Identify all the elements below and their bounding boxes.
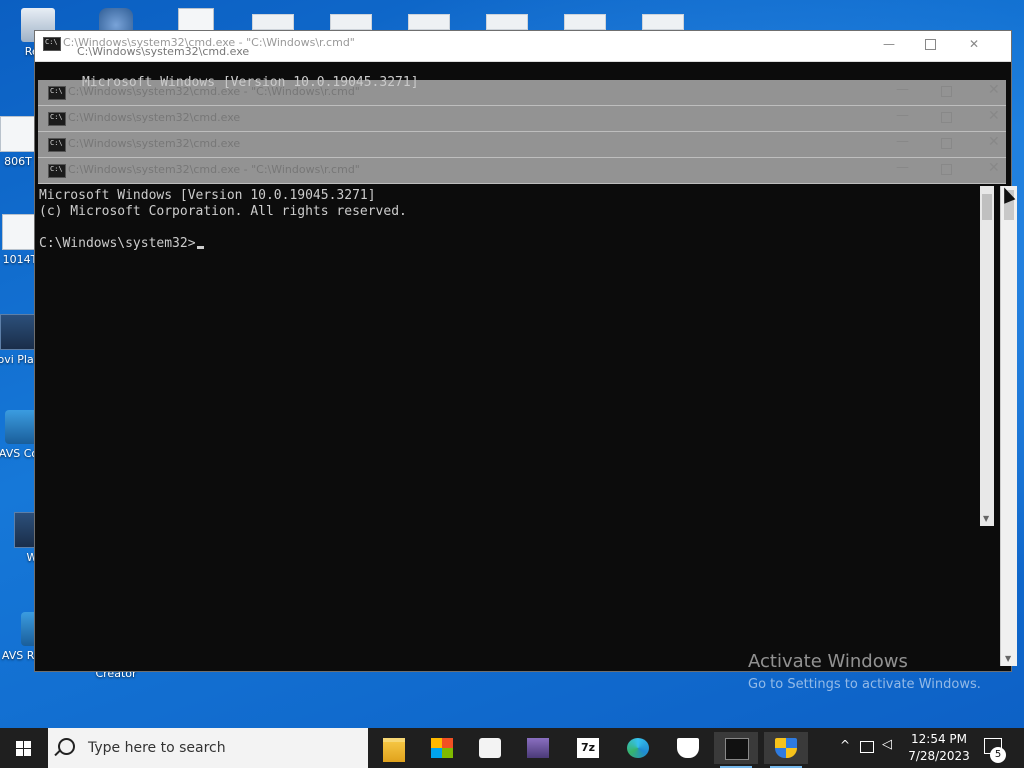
taskbar-uac-shield[interactable] — [764, 732, 808, 768]
console-line: Microsoft Windows [Version 10.0.19045.32… — [39, 188, 376, 203]
volume-icon[interactable]: ◁ — [882, 737, 892, 752]
notification-badge: 5 — [990, 747, 1006, 763]
minimize-button[interactable]: — — [896, 160, 909, 175]
close-button[interactable]: ✕ — [988, 82, 1000, 98]
maximize-button[interactable] — [941, 86, 952, 97]
chevron-up-icon[interactable]: ^ — [840, 738, 850, 752]
network-icon[interactable] — [860, 741, 874, 753]
console-line: (c) Microsoft Corporation. All rights re… — [39, 204, 407, 219]
film-icon — [527, 738, 549, 758]
console-prompt-line[interactable]: C:\Windows\system32> — [39, 236, 204, 252]
console-area[interactable]: Microsoft Windows [Version 10.0.19045.32… — [38, 186, 1000, 666]
desktop-icon-ghost — [252, 14, 294, 30]
cmd-icon — [48, 164, 66, 178]
clock-date: 7/28/2023 — [908, 749, 970, 763]
minimize-button[interactable]: — — [896, 82, 909, 97]
taskbar-command-prompt[interactable] — [714, 732, 758, 768]
window-title: C:\Windows\system32\cmd.exe — [68, 111, 241, 124]
search-box[interactable]: Type here to search — [48, 728, 368, 768]
cmd-icon — [725, 738, 749, 760]
start-button[interactable] — [0, 728, 48, 768]
document-icon — [0, 116, 36, 152]
shield-icon — [677, 738, 699, 758]
7zip-icon: 7z — [577, 738, 599, 758]
search-placeholder: Type here to search — [88, 740, 226, 756]
close-button[interactable]: ✕ — [988, 108, 1000, 124]
desktop-icon-ghost — [330, 14, 372, 30]
taskbar-file-explorer[interactable] — [372, 732, 416, 764]
maximize-button[interactable] — [941, 164, 952, 175]
clock-time: 12:54 PM — [911, 732, 967, 746]
desktop-icon-label: 1014T — [2, 253, 38, 266]
uac-shield-icon — [775, 738, 797, 758]
scrollbar-thumb[interactable] — [982, 194, 992, 220]
taskbar-security[interactable] — [666, 732, 710, 764]
title-bar[interactable]: C:\Windows\system32\cmd.exe - "C:\Window… — [35, 31, 1011, 62]
scrollbar[interactable]: ▼ — [980, 186, 994, 526]
taskbar-game[interactable] — [468, 732, 512, 764]
minimize-button[interactable]: — — [896, 108, 909, 123]
store-icon — [431, 738, 453, 758]
close-button[interactable]: ✕ — [988, 134, 1000, 150]
cmd-icon — [48, 86, 66, 100]
maximize-button[interactable] — [925, 39, 936, 50]
system-tray: ^ ◁ — [836, 728, 896, 768]
ghost-window-titlebar[interactable]: C:\Windows\system32\cmd.exe — ✕ — [38, 132, 1006, 158]
window-title: C:\Windows\system32\cmd.exe — [77, 45, 250, 58]
taskbar-7zip[interactable]: 7z — [566, 732, 610, 764]
activation-watermark-title: Activate Windows — [748, 651, 908, 672]
scroll-down-arrow-icon[interactable]: ▼ — [1005, 654, 1011, 663]
taskbar-media-editor[interactable] — [516, 732, 560, 764]
close-button[interactable]: ✕ — [988, 160, 1000, 176]
taskbar: Type here to search 7z ^ ◁ 12:54 PM 7/28… — [0, 728, 1024, 768]
desktop-icon-ghost — [408, 14, 450, 30]
desktop-icon-ghost — [486, 14, 528, 30]
maximize-button[interactable] — [941, 112, 952, 123]
desktop-icon-ghost — [564, 14, 606, 30]
window-title: C:\Windows\system32\cmd.exe - "C:\Window… — [68, 85, 360, 98]
game-icon — [479, 738, 501, 758]
cmd-icon — [48, 112, 66, 126]
ghost-window-titlebar[interactable]: C:\Windows\system32\cmd.exe - "C:\Window… — [38, 80, 1006, 106]
desktop-icon-ghost — [642, 14, 684, 30]
window-title: C:\Windows\system32\cmd.exe - "C:\Window… — [68, 163, 360, 176]
desktop: Recy 806T 1014T Movi Platin AVS Con W AV… — [0, 0, 1024, 728]
window-title: C:\Windows\system32\cmd.exe — [68, 137, 241, 150]
cmd-icon — [48, 138, 66, 152]
close-button[interactable]: ✕ — [969, 37, 979, 51]
taskbar-microsoft-store[interactable] — [420, 732, 464, 764]
desktop-icon-label: 806T — [4, 155, 32, 168]
folder-icon — [383, 738, 405, 762]
scrollbar[interactable]: ▼ — [1000, 186, 1017, 666]
scroll-down-arrow-icon[interactable]: ▼ — [983, 514, 989, 523]
document-icon — [2, 214, 38, 250]
edge-icon — [627, 738, 649, 758]
text-cursor — [196, 246, 204, 249]
maximize-button[interactable] — [941, 138, 952, 149]
movie-icon — [0, 314, 36, 350]
minimize-button[interactable]: — — [883, 37, 895, 51]
ghost-window-titlebar[interactable]: C:\Windows\system32\cmd.exe — ✕ — [38, 106, 1006, 132]
console-prompt: C:\Windows\system32> — [39, 236, 196, 251]
cmd-icon — [43, 37, 61, 51]
minimize-button[interactable]: — — [896, 134, 909, 149]
clock[interactable]: 12:54 PM 7/28/2023 — [900, 731, 978, 765]
activation-watermark-subtitle: Go to Settings to activate Windows. — [748, 677, 981, 692]
search-icon — [58, 738, 75, 755]
taskbar-edge[interactable] — [616, 732, 660, 764]
ghost-window-titlebar[interactable]: C:\Windows\system32\cmd.exe - "C:\Window… — [38, 158, 1006, 184]
